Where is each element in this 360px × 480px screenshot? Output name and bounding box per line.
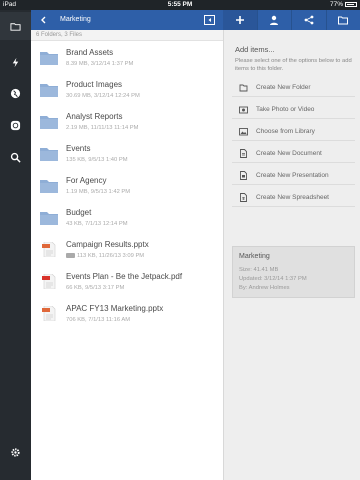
item-name: Analyst Reports xyxy=(66,112,123,121)
action-label: Choose from Library xyxy=(256,128,315,135)
list-item[interactable]: Product Images 30.69 MB, 3/12/14 12:24 PM xyxy=(31,74,223,106)
back-button[interactable] xyxy=(39,15,49,25)
item-meta-text: 113 KB, 11/26/13 3:09 PM xyxy=(77,253,145,260)
status-bar: iPad 5:55 PM 77% xyxy=(0,0,360,10)
pdf-file-icon xyxy=(42,274,56,289)
folder-icon xyxy=(40,52,58,65)
action-label: Create New Document xyxy=(256,150,322,157)
item-meta-text: 8.39 MB, 3/12/14 1:37 PM xyxy=(66,61,134,67)
item-meta: 8.39 MB, 3/12/14 1:37 PM xyxy=(66,61,133,67)
comment-badge-icon xyxy=(66,253,75,258)
photo-library-icon xyxy=(239,128,248,136)
item-name: Budget xyxy=(66,208,92,217)
folder-info-name: Marketing xyxy=(239,253,270,260)
folder-icon xyxy=(40,148,58,161)
item-name: Events xyxy=(66,144,91,153)
item-meta: 2.19 MB, 11/11/13 11:14 PM xyxy=(66,125,139,131)
action-take-photo-or-video[interactable]: Take Photo or Video xyxy=(232,100,355,119)
folder-info-updated: Updated: 3/12/14 1:37 PM xyxy=(239,276,307,282)
battery-indicator: 77% xyxy=(330,1,357,8)
action-create-new-presentation[interactable]: Create New Presentation xyxy=(232,166,355,185)
folder-summary: 6 Folders, 3 Files xyxy=(31,30,223,41)
list-item[interactable]: Brand Assets 8.39 MB, 3/12/14 1:37 PM xyxy=(31,42,223,74)
settings-icon[interactable] xyxy=(0,438,31,466)
item-meta-text: 30.69 MB, 3/12/14 12:24 PM xyxy=(66,93,140,99)
item-meta: 706 KB, 7/1/13 11:16 AM xyxy=(66,317,130,323)
item-name: Product Images xyxy=(66,80,123,89)
pptx-file-icon xyxy=(42,242,56,257)
list-item[interactable]: Events Plan - Be the Jetpack.pdf 66 KB, 9… xyxy=(31,266,223,298)
bolt-icon[interactable] xyxy=(0,48,31,76)
folder-header: Marketing xyxy=(31,10,223,30)
file-list: 6 Folders, 3 Files Brand Assets 8.39 MB, … xyxy=(31,30,223,480)
item-meta-text: 135 KB, 9/5/13 1:40 PM xyxy=(66,157,128,163)
list-item[interactable]: For Agency 1.19 MB, 9/5/13 1:42 PM xyxy=(31,170,223,202)
action-label: Create New Presentation xyxy=(256,172,329,179)
folder-info-size: Size: 41.41 MB xyxy=(239,267,279,273)
item-name: For Agency xyxy=(66,176,107,185)
item-meta-text: 66 KB, 9/5/13 3:17 PM xyxy=(66,285,125,291)
item-meta: 1.19 MB, 9/5/13 1:42 PM xyxy=(66,189,130,195)
search-icon[interactable] xyxy=(0,143,31,171)
folder-icon xyxy=(40,84,58,97)
battery-icon xyxy=(345,2,357,7)
plus-icon xyxy=(235,16,244,24)
list-item[interactable]: Analyst Reports 2.19 MB, 11/11/13 11:14 P… xyxy=(31,106,223,138)
battery-percent: 77% xyxy=(329,1,343,8)
folder-info-card: Marketing Size: 41.41 MB Updated: 3/12/1… xyxy=(232,246,355,298)
action-choose-from-library[interactable]: Choose from Library xyxy=(232,122,355,141)
tab-add[interactable] xyxy=(223,10,257,30)
folder-icon xyxy=(239,84,248,92)
action-label: Create New Spreadsheet xyxy=(256,194,329,201)
list-item[interactable]: Campaign Results.pptx 113 KB, 11/26/13 3:… xyxy=(31,234,223,266)
tab-folder[interactable] xyxy=(325,10,360,30)
item-meta: 135 KB, 9/5/13 1:40 PM xyxy=(66,157,128,163)
item-meta-text: 1.19 MB, 9/5/13 1:42 PM xyxy=(66,189,131,195)
action-label: Create New Folder xyxy=(256,84,311,91)
item-meta: 66 KB, 9/5/13 3:17 PM xyxy=(66,285,124,291)
action-label: Take Photo or Video xyxy=(256,106,315,113)
add-items-description: Please select one of the options below t… xyxy=(235,58,352,72)
item-name: Events Plan - Be the Jetpack.pdf xyxy=(66,272,183,281)
item-meta: 43 KB, 7/1/13 12:14 PM xyxy=(66,221,128,227)
presentation-icon xyxy=(240,171,247,180)
item-meta: 113 KB, 11/26/13 3:09 PM xyxy=(66,253,144,259)
add-items-title: Add items... xyxy=(235,45,275,54)
folder-icon[interactable] xyxy=(0,12,31,40)
share-icon xyxy=(304,15,314,25)
folder-title: Marketing xyxy=(60,16,91,23)
tab-share[interactable] xyxy=(291,10,326,30)
camera-icon xyxy=(239,106,248,114)
list-item[interactable]: APAC FY13 Marketing.pptx 706 KB, 7/1/13 1… xyxy=(31,298,223,330)
folder-info-owner: By: Andrew Holmes xyxy=(239,285,290,291)
folder-icon xyxy=(40,180,58,193)
tab-collaborators[interactable] xyxy=(256,10,292,30)
collapse-panel-button[interactable] xyxy=(204,15,215,25)
folder-icon xyxy=(40,116,58,129)
nav-rail xyxy=(0,10,31,480)
item-name: Campaign Results.pptx xyxy=(66,240,149,249)
list-item[interactable]: Budget 43 KB, 7/1/13 12:14 PM xyxy=(31,202,223,234)
item-meta-text: 43 KB, 7/1/13 12:14 PM xyxy=(66,221,128,227)
item-name: Brand Assets xyxy=(66,48,114,57)
detail-panel: Add items... Please select one of the op… xyxy=(223,30,360,480)
item-meta-text: 2.19 MB, 11/11/13 11:14 PM xyxy=(66,125,139,131)
item-meta: 30.69 MB, 3/12/14 12:24 PM xyxy=(66,93,140,99)
folder-icon xyxy=(40,212,58,225)
action-create-new-folder[interactable]: Create New Folder xyxy=(232,78,355,97)
detail-tabs xyxy=(223,10,360,30)
item-name: APAC FY13 Marketing.pptx xyxy=(66,304,164,313)
document-icon xyxy=(240,149,247,158)
folder-icon xyxy=(338,16,349,25)
sync-icon[interactable] xyxy=(0,111,31,139)
clock: 5:55 PM xyxy=(167,1,193,8)
globe-icon[interactable] xyxy=(0,79,31,107)
item-meta-text: 706 KB, 7/1/13 11:16 AM xyxy=(66,317,131,323)
action-create-new-document[interactable]: Create New Document xyxy=(232,144,355,163)
spreadsheet-icon xyxy=(240,193,247,202)
list-item[interactable]: Events 135 KB, 9/5/13 1:40 PM xyxy=(31,138,223,170)
action-create-new-spreadsheet[interactable]: Create New Spreadsheet xyxy=(232,188,355,207)
pptx-file-icon xyxy=(42,306,56,321)
person-icon xyxy=(270,15,279,25)
